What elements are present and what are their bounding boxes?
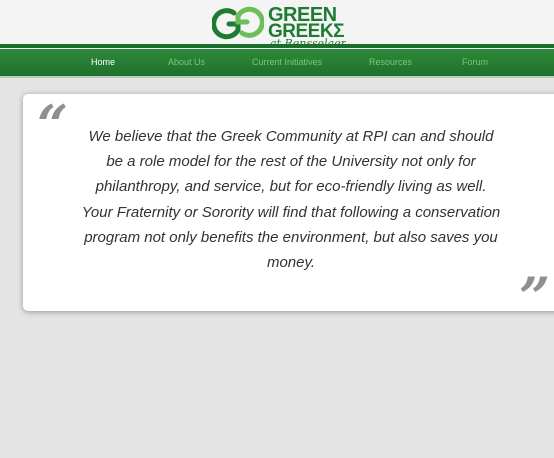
site-logo[interactable]: GREEN GREEKΣ at Rensselaer — [212, 4, 362, 47]
nav-shadow — [0, 76, 554, 78]
nav-item-forum[interactable]: Forum — [462, 58, 488, 67]
nav-item-resources[interactable]: Resources — [369, 58, 412, 67]
nav-item-home[interactable]: Home — [91, 58, 115, 67]
close-quote-icon: ” — [519, 265, 551, 329]
quote-card: “ We believe that the Greek Community at… — [23, 93, 554, 324]
mission-quote-text: We believe that the Greek Community at R… — [81, 128, 501, 272]
main-nav: Home About Us Current Initiatives Resour… — [0, 48, 554, 77]
nav-item-about-us[interactable]: About Us — [168, 58, 205, 67]
logo-mark-icon — [212, 6, 264, 40]
header: GREEN GREEKΣ at Rensselaer — [0, 0, 554, 47]
open-quote-icon: “ — [37, 93, 69, 157]
nav-item-current-initiatives[interactable]: Current Initiatives — [252, 58, 322, 67]
